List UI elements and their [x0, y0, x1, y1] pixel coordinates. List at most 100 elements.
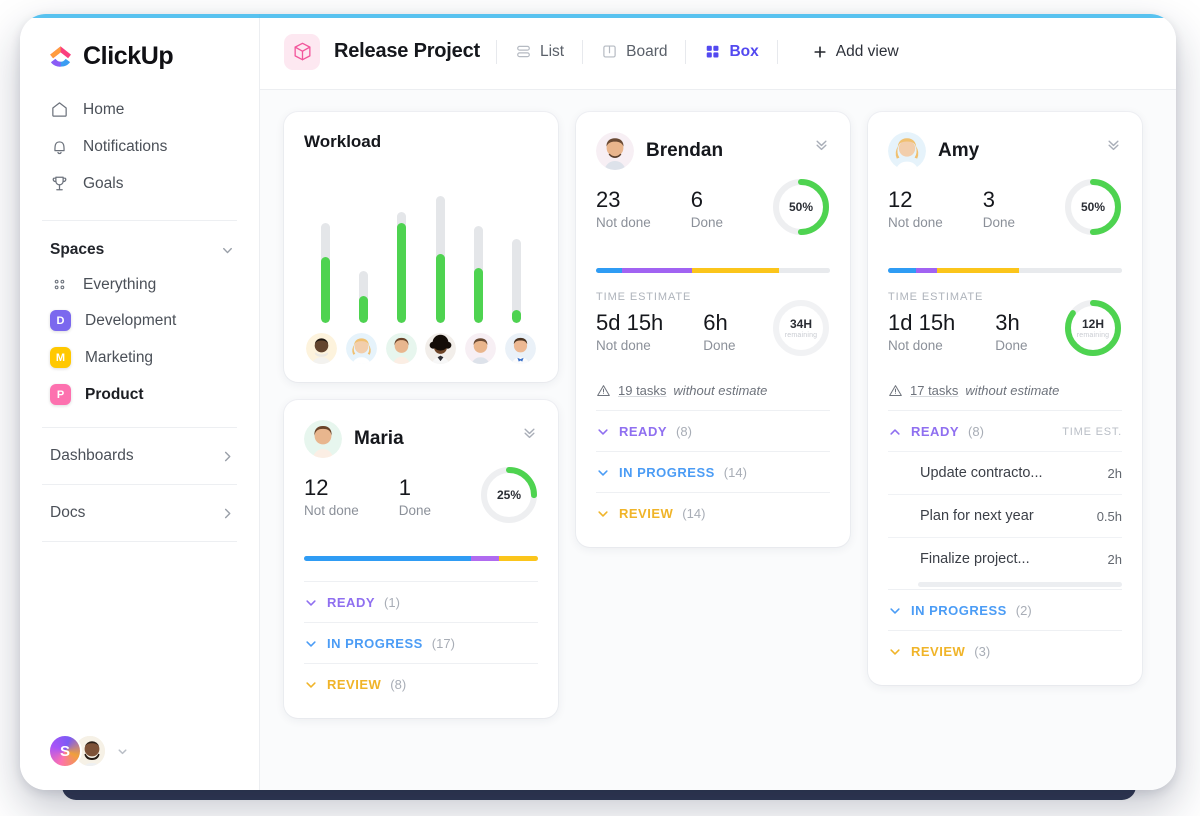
avatar[interactable]: [596, 132, 634, 170]
tab-label: Board: [626, 43, 667, 61]
stat-done: 6 Done: [691, 188, 723, 230]
chevron-down-icon[interactable]: [116, 745, 129, 758]
add-view-label: Add view: [836, 43, 899, 61]
workload-bar[interactable]: [310, 170, 340, 323]
tab-label: Box: [729, 43, 758, 61]
stat-value: 6: [691, 188, 723, 212]
top-bar: Release Project List: [260, 14, 1176, 90]
progress-segment-purple: [622, 268, 692, 273]
collapse-icon[interactable]: [521, 424, 538, 441]
workload-chart: [304, 158, 538, 323]
sidebar-item-home[interactable]: Home: [20, 91, 259, 128]
status-row-ready[interactable]: READY (8): [596, 410, 830, 451]
add-view-button[interactable]: Add view: [812, 43, 899, 61]
workload-bar[interactable]: [464, 170, 494, 323]
task-stats: 23 Not done 6 Done: [596, 188, 830, 254]
brand[interactable]: ClickUp: [20, 14, 259, 71]
avatar[interactable]: [306, 333, 337, 364]
screenshot-root: ClickUp Home: [0, 0, 1200, 816]
collapse-icon[interactable]: [1105, 136, 1122, 153]
brand-name: ClickUp: [83, 42, 173, 71]
progress-segment-empty: [779, 268, 830, 273]
task-row[interactable]: Update contracto... 2h: [888, 451, 1122, 494]
te-done: 3h Done: [995, 311, 1027, 353]
avatar[interactable]: [346, 333, 377, 364]
home-icon: [50, 100, 69, 119]
stat-value: 12: [888, 188, 943, 212]
warning-text: without estimate: [965, 383, 1059, 398]
task-row[interactable]: Finalize project... 2h: [888, 537, 1122, 580]
sidebar-item-marketing[interactable]: M Marketing: [20, 339, 259, 376]
status-row-in-progress[interactable]: IN PROGRESS (2): [888, 589, 1122, 630]
tab-board[interactable]: Board: [599, 39, 669, 65]
status-row-review[interactable]: REVIEW (8): [304, 663, 538, 704]
divider: [496, 40, 497, 64]
task-title: Plan for next year: [920, 508, 1089, 524]
task-row[interactable]: Plan for next year 0.5h: [888, 494, 1122, 537]
workload-bar[interactable]: [348, 170, 378, 323]
workload-bar-fill: [397, 223, 406, 323]
board-column-1: Workload: [284, 112, 558, 718]
task-title: Update contracto...: [920, 465, 1100, 481]
sidebar-item-goals[interactable]: Goals: [20, 165, 259, 202]
tab-list[interactable]: List: [513, 39, 566, 65]
sidebar: ClickUp Home: [20, 14, 260, 790]
chevron-down-icon: [304, 637, 318, 651]
workload-bar-fill: [321, 257, 330, 323]
sidebar-item-docs[interactable]: Docs: [20, 489, 259, 537]
status-count: (14): [682, 506, 705, 521]
workload-bar-track: [474, 226, 483, 323]
task-title: Finalize project...: [920, 551, 1100, 567]
avatar[interactable]: [386, 333, 417, 364]
without-estimate-warning[interactable]: 17 tasks without estimate: [888, 383, 1122, 398]
status-row-review[interactable]: REVIEW (14): [596, 492, 830, 533]
without-estimate-warning[interactable]: 19 tasks without estimate: [596, 383, 830, 398]
status-name: REVIEW: [619, 506, 673, 521]
status-row-in-progress[interactable]: IN PROGRESS (14): [596, 451, 830, 492]
workspace-avatar[interactable]: S: [48, 734, 82, 768]
sidebar-item-everything[interactable]: Everything: [20, 267, 259, 302]
status-count: (8): [390, 677, 406, 692]
status-count: (2): [1016, 603, 1032, 618]
sidebar-divider-2: [42, 427, 237, 428]
status-row-ready[interactable]: READY (1): [304, 581, 538, 622]
sidebar-item-label: Docs: [50, 504, 85, 522]
status-name: IN PROGRESS: [619, 465, 715, 480]
stat-label: Not done: [888, 215, 943, 230]
progress-segment-purple: [471, 556, 499, 561]
trophy-icon: [50, 174, 69, 193]
workload-bar[interactable]: [502, 170, 532, 323]
board-icon: [601, 43, 618, 60]
sidebar-item-development[interactable]: D Development: [20, 302, 259, 339]
sidebar-item-product[interactable]: P Product: [20, 376, 259, 413]
avatar[interactable]: [888, 132, 926, 170]
sidebar-item-label: Dashboards: [50, 447, 134, 465]
avatar[interactable]: [465, 333, 496, 364]
sidebar-item-dashboards[interactable]: Dashboards: [20, 432, 259, 480]
status-name: REVIEW: [911, 644, 965, 659]
workload-bar[interactable]: [425, 170, 455, 323]
card-header: Amy: [888, 132, 1122, 170]
chevron-down-icon: [596, 466, 610, 480]
time-remaining-donut: 34H remaining: [770, 297, 832, 359]
task-list-scrollbar[interactable]: [918, 582, 1122, 587]
collapse-icon[interactable]: [813, 136, 830, 153]
workload-bar[interactable]: [387, 170, 417, 323]
chevron-down-icon: [220, 243, 235, 258]
sidebar-item-label: Development: [85, 312, 176, 330]
stat-label: Done: [691, 215, 723, 230]
avatar[interactable]: [505, 333, 536, 364]
spaces-header[interactable]: Spaces: [20, 225, 259, 267]
workload-bar-fill: [474, 268, 483, 323]
avatar[interactable]: [425, 333, 456, 364]
time-remaining-donut: 12H remaining: [1062, 297, 1124, 359]
sidebar-item-notifications[interactable]: Notifications: [20, 128, 259, 165]
avatar[interactable]: [304, 420, 342, 458]
status-row-in-progress[interactable]: IN PROGRESS (17): [304, 622, 538, 663]
chevron-down-icon: [596, 425, 610, 439]
tab-box[interactable]: Box: [702, 39, 760, 65]
sidebar-divider: [42, 220, 237, 221]
status-row-ready[interactable]: READY (8) TIME EST.: [888, 410, 1122, 451]
person-name: Brendan: [646, 140, 723, 162]
status-row-review[interactable]: REVIEW (3): [888, 630, 1122, 671]
